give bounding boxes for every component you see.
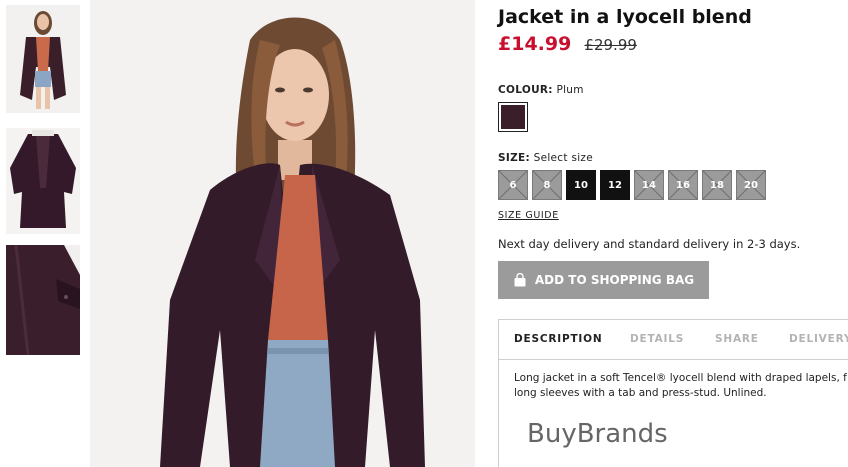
size-option-label: 6	[509, 179, 517, 191]
delivery-note: Next day delivery and standard delivery …	[498, 237, 801, 251]
size-option-16[interactable]: 16	[668, 170, 698, 200]
size-option-12[interactable]: 12	[600, 170, 630, 200]
thumbnail-model-front[interactable]	[6, 5, 80, 113]
size-option-label: 20	[744, 179, 758, 191]
size-option-6[interactable]: 6	[498, 170, 528, 200]
size-label: SIZE:	[498, 152, 530, 164]
size-option-10[interactable]: 10	[566, 170, 596, 200]
add-to-bag-label: ADD TO SHOPPING BAG	[534, 273, 695, 287]
size-guide-link[interactable]: SIZE GUIDE	[498, 210, 559, 221]
size-option-18[interactable]: 18	[702, 170, 732, 200]
model-photo	[90, 0, 475, 467]
size-prompt: Select size	[533, 152, 593, 164]
size-option-8[interactable]: 8	[532, 170, 562, 200]
size-option-20[interactable]: 20	[736, 170, 766, 200]
description-line-1: Long jacket in a soft Tencel® lyocell bl…	[514, 372, 847, 384]
size-option-label: 14	[642, 179, 656, 191]
thumbnail-jacket-flat-image	[6, 128, 80, 234]
tab-delivery[interactable]: DELIVERY	[789, 333, 848, 345]
watermark-text: BuyBrands	[527, 419, 668, 449]
tab-share[interactable]: SHARE	[715, 333, 759, 345]
description-text: Long jacket in a soft Tencel® lyocell bl…	[514, 371, 848, 401]
shopping-bag-icon	[514, 273, 526, 287]
colour-label: COLOUR:	[498, 84, 553, 96]
thumbnail-jacket-flat[interactable]	[6, 128, 80, 234]
colour-value: Plum	[556, 84, 584, 96]
product-title: Jacket in a lyocell blend	[498, 6, 752, 28]
size-option-label: 16	[676, 179, 690, 191]
size-option-14[interactable]: 14	[634, 170, 664, 200]
tab-description[interactable]: DESCRIPTION	[514, 333, 602, 345]
size-option-label: 8	[543, 179, 551, 191]
thumbnail-sleeve-detail-image	[6, 245, 80, 355]
colour-swatch-plum[interactable]	[498, 102, 528, 132]
original-price: £29.99	[584, 36, 637, 54]
size-label-row: SIZE: Select size	[498, 152, 593, 164]
size-option-label: 12	[608, 179, 622, 191]
add-to-shopping-bag-button[interactable]: ADD TO SHOPPING BAG	[498, 261, 709, 299]
main-product-image	[90, 0, 475, 467]
thumbnail-sleeve-detail[interactable]	[6, 245, 80, 355]
price-row: £14.99 £29.99	[498, 33, 637, 55]
thumbnail-model-front-image	[6, 5, 80, 113]
description-line-2: long sleeves with a tab and press-stud. …	[514, 387, 767, 399]
tab-details[interactable]: DETAILS	[630, 333, 684, 345]
sale-price: £14.99	[498, 33, 572, 55]
colour-label-row: COLOUR: Plum	[498, 84, 584, 96]
colour-swatch-fill	[501, 105, 525, 129]
size-option-label: 10	[574, 179, 588, 191]
tab-bar: DESCRIPTION DETAILS SHARE DELIVERY	[499, 320, 848, 360]
size-option-label: 18	[710, 179, 724, 191]
